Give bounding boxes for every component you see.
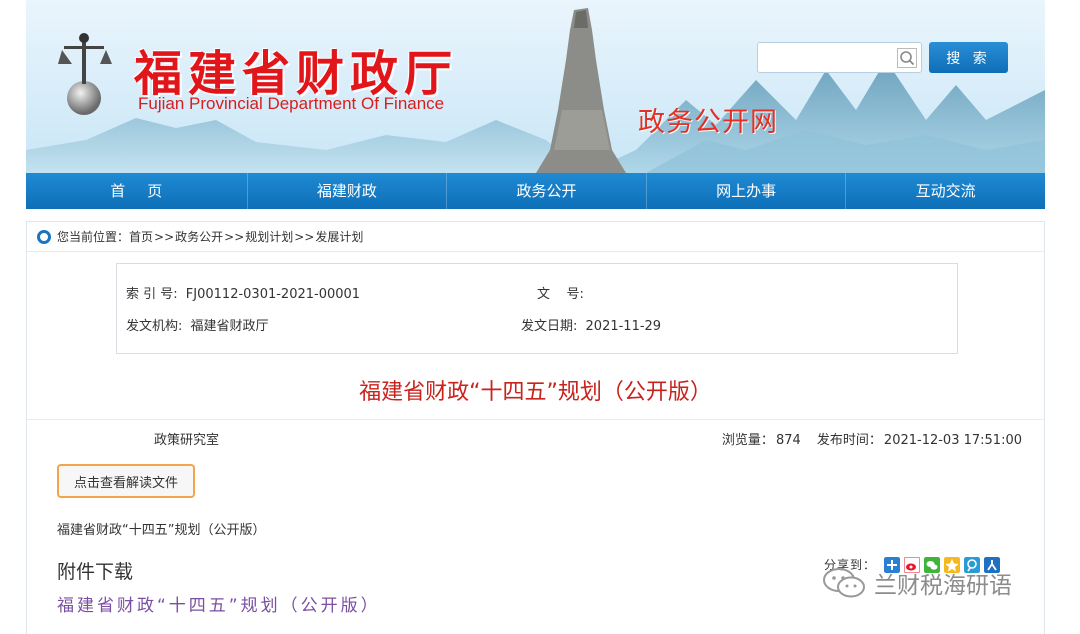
meta-issuer-label: 发文机构: <box>126 319 183 334</box>
views-label: 浏览量： <box>721 433 774 448</box>
meta-issuer: 发文机构: 福建省财政厅 <box>126 315 269 334</box>
meta-index-value: FJ00112-0301-2021-00001 <box>185 287 361 302</box>
watermark-text: 兰财税海研语 <box>874 573 1012 599</box>
nav-item-home[interactable]: 首页 <box>26 173 248 209</box>
title-divider <box>27 419 1044 420</box>
meta-issuer-value: 福建省财政厅 <box>190 319 269 334</box>
meta-date-value: 2021-11-29 <box>585 319 662 334</box>
nav-item-interaction[interactable]: 互动交流 <box>846 173 1045 209</box>
document-metadata: 索 引 号: FJ00112-0301-2021-00001 文 号: 发文机构… <box>116 263 958 354</box>
site-title-english: Fujian Provincial Department Of Finance <box>138 94 445 113</box>
article-source: 政策研究室 <box>154 433 220 448</box>
wechat-watermark: 兰财税海研语 <box>822 566 1012 600</box>
published-time: 2021-12-03 17:51:00 <box>883 433 1022 448</box>
search-box <box>757 42 922 73</box>
meta-date-label: 发文日期: <box>521 319 578 334</box>
view-interpretation-button[interactable]: 点击查看解读文件 <box>57 464 195 498</box>
meta-index: 索 引 号: FJ00112-0301-2021-00001 <box>126 283 360 302</box>
portal-name: 政务公开网 <box>638 107 778 138</box>
article-body-text: 福建省财政“十四五”规划（公开版） <box>57 523 266 538</box>
main-nav: 首页 福建财政 政务公开 网上办事 互动交流 <box>26 173 1045 209</box>
search-input[interactable] <box>758 43 898 72</box>
meta-date: 发文日期: 2021-11-29 <box>521 315 661 334</box>
article-stats: 浏览量： 874 发布时间： 2021-12-03 17:51:00 <box>720 429 1022 448</box>
breadcrumb-plans[interactable]: 规划计划 <box>245 222 293 252</box>
views-count: 874 <box>775 433 801 448</box>
attachments-heading: 附件下载 <box>57 561 134 583</box>
breadcrumb-separator: >> <box>224 229 245 244</box>
scales-emblem-logo <box>58 33 112 115</box>
attachment-link[interactable]: 福建省财政“十四五”规划（公开版） <box>57 591 381 616</box>
published-label: 发布时间： <box>816 433 882 448</box>
meta-doc-number: 文 号: <box>537 283 588 302</box>
breadcrumb: 您当前位置： 首页 >> 政务公开 >> 规划计划 >> 发展计划 <box>27 222 1044 252</box>
site-header: 福建省财政厅 Fujian Provincial Department Of F… <box>26 0 1045 173</box>
nav-item-online-services[interactable]: 网上办事 <box>647 173 847 209</box>
wechat-chat-icon <box>823 568 865 598</box>
nav-item-fujian-finance[interactable]: 福建财政 <box>248 173 448 209</box>
breadcrumb-home[interactable]: 首页 <box>129 222 153 252</box>
nav-item-government-affairs[interactable]: 政务公开 <box>447 173 647 209</box>
meta-doc-number-label: 文 号: <box>537 287 584 302</box>
meta-index-label: 索 引 号: <box>126 287 178 302</box>
breadcrumb-development-plans[interactable]: 发展计划 <box>315 222 363 252</box>
location-icon <box>37 229 51 244</box>
breadcrumb-separator: >> <box>294 229 315 244</box>
statue-illustration <box>536 8 626 173</box>
search-icon[interactable] <box>897 48 917 68</box>
breadcrumb-separator: >> <box>154 229 175 244</box>
breadcrumb-government-affairs[interactable]: 政务公开 <box>175 222 223 252</box>
search-button[interactable]: 搜 索 <box>929 42 1008 73</box>
breadcrumb-prefix: 您当前位置： <box>57 229 130 244</box>
article-title: 福建省财政“十四五”规划（公开版） <box>359 380 712 405</box>
